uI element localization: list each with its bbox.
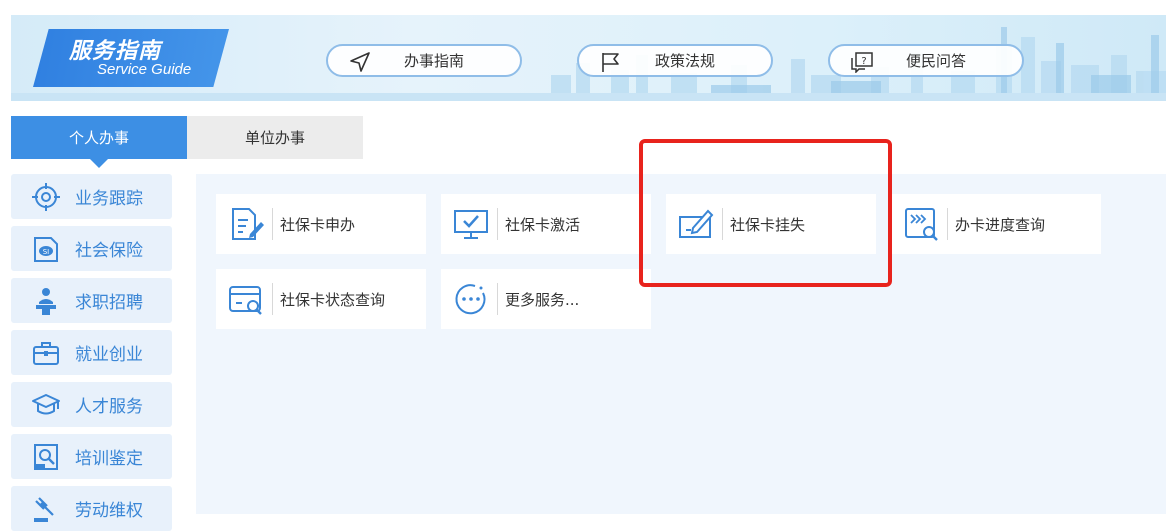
service-guide-banner: 服务指南 Service Guide 办事指南 政策法规 ? 便民问答 [11,15,1166,101]
tab-personal[interactable]: 个人办事 [11,116,187,168]
more-dots-icon [455,284,486,315]
service-card-apply[interactable]: 社保卡申办 [216,194,426,254]
sidebar-item-label: 培训鉴定 [75,449,143,469]
sidebar-item-label: 业务跟踪 [75,189,143,209]
pill-label: 办事指南 [403,52,464,70]
social-insurance-icon: SI [34,237,58,262]
service-card-status-query[interactable]: 社保卡状态查询 [216,269,426,329]
tab-organization[interactable]: 单位办事 [187,116,363,159]
sidebar-item-label: 求职招聘 [75,293,143,313]
edit-document-icon [232,208,264,240]
service-card-label: 社保卡状态查询 [280,290,386,309]
sidebar-item-social-insurance[interactable]: SI 社会保险 [11,226,172,271]
sidebar-item-training[interactable]: 培训鉴定 [11,434,172,479]
service-card-label: 办卡进度查询 [955,215,1046,234]
pill-policy[interactable]: 政策法规 [577,44,773,77]
card-search-icon [229,286,262,315]
pill-label: 政策法规 [654,52,715,70]
monitor-check-icon [454,210,488,239]
sidebar-item-label: 人才服务 [75,397,143,417]
pill-label: 便民问答 [905,52,966,70]
card-divider [497,208,498,240]
svg-text:SI: SI [43,248,50,256]
service-card-label: 社保卡申办 [280,215,356,234]
sidebar-item-business-tracking[interactable]: 业务跟踪 [11,174,172,219]
card-divider [497,283,498,315]
service-card-more[interactable]: 更多服务... [441,269,651,329]
service-card-label: 更多服务... [505,290,580,309]
service-card-label: 社保卡激活 [505,215,581,234]
sidebar-item-label: 劳动维权 [75,501,143,521]
graduation-cap-icon [32,394,60,415]
target-icon [32,183,60,211]
pen-card-icon [679,209,714,238]
pill-faq[interactable]: ? 便民问答 [828,44,1024,77]
service-card-activate[interactable]: 社保卡激活 [441,194,651,254]
briefcase-icon [33,342,59,365]
service-card-progress-query[interactable]: 办卡进度查询 [891,194,1101,254]
sidebar-item-job-recruitment[interactable]: 求职招聘 [11,278,172,323]
sidebar-item-label: 就业创业 [75,345,143,365]
card-divider [722,208,723,240]
gavel-icon [34,497,54,522]
pill-office-guide[interactable]: 办事指南 [326,44,522,77]
card-divider [947,208,948,240]
service-card-label: 社保卡挂失 [730,215,806,234]
sidebar-item-label: 社会保险 [75,241,143,261]
sidebar-item-employment[interactable]: 就业创业 [11,330,172,375]
search-document-icon [34,444,58,470]
banner-title-en: Service Guide [97,61,192,78]
sidebar-item-labor-rights[interactable]: 劳动维权 [11,486,172,531]
progress-search-icon [905,208,938,241]
service-card-report-loss[interactable]: 社保卡挂失 [666,194,876,254]
card-divider [272,208,273,240]
sidebar-item-talent-service[interactable]: 人才服务 [11,382,172,427]
card-divider [272,283,273,315]
speaker-icon [36,288,56,315]
